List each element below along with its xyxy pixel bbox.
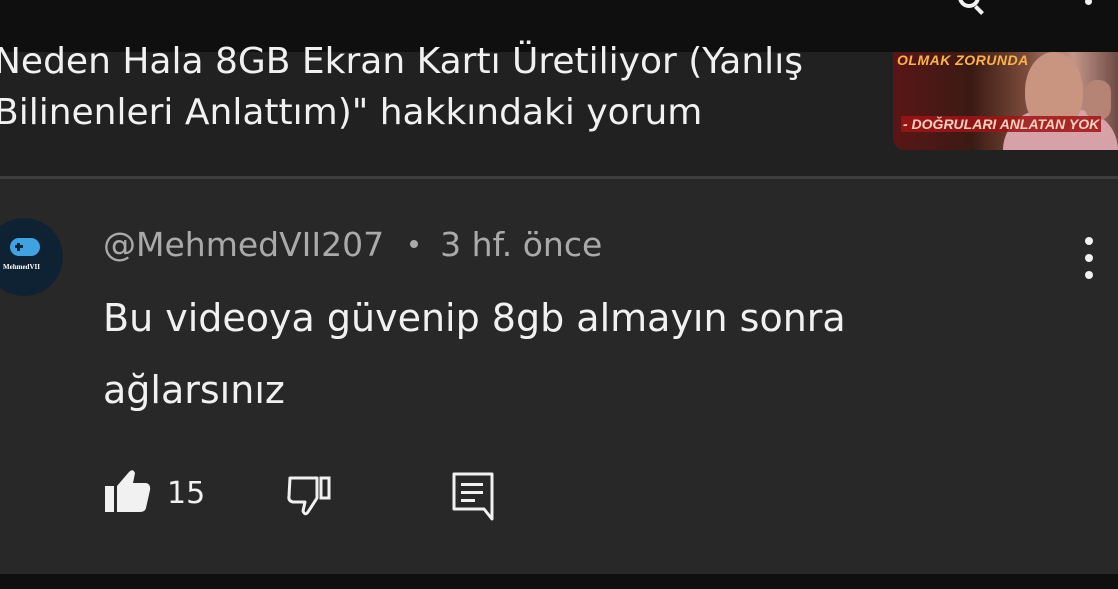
comment-meta: @MehmedVII207 3 hf. önce: [103, 225, 602, 264]
video-title[interactable]: Neden Hala 8GB Ekran Kartı Üretiliyor (Y…: [0, 36, 854, 138]
comment-card: MehmedVII @MehmedVII207 3 hf. önce Bu vid…: [0, 179, 1118, 574]
like-button[interactable]: [104, 464, 154, 514]
more-vert-icon: [1085, 237, 1093, 245]
thumbnail-person-hand: [1085, 80, 1111, 120]
thumbs-up-icon: [105, 470, 151, 512]
video-thumbnail[interactable]: OLMAK ZORUNDA - DOĞRULARI ANLATAN YOK: [893, 52, 1118, 150]
search-icon[interactable]: [958, 0, 980, 8]
dislike-button[interactable]: [287, 474, 333, 520]
comment-menu-button[interactable]: [1074, 237, 1104, 279]
bottom-bar: [0, 574, 1118, 589]
thumbnail-caption-top: OLMAK ZORUNDA: [897, 52, 1029, 68]
comment-actions: 15: [0, 464, 1118, 528]
reply-button[interactable]: [452, 472, 494, 522]
like-count: 15: [167, 476, 206, 511]
comment-time: 3 hf. önce: [440, 225, 603, 264]
thumbs-down-icon: [287, 476, 331, 516]
thumbnail-caption-bottom: - DOĞRULARI ANLATAN YOK: [901, 116, 1102, 132]
video-context-header: Neden Hala 8GB Ekran Kartı Üretiliyor (Y…: [0, 41, 1118, 176]
comment-author[interactable]: @MehmedVII207: [103, 225, 384, 264]
more-vert-icon-dot: [1085, 254, 1093, 262]
reply-comment-icon: [452, 472, 494, 521]
meta-separator-dot: [410, 239, 419, 248]
comment-text: Bu videoya güvenip 8gb almayın sonra ağl…: [103, 296, 846, 412]
gamepad-icon: [10, 238, 40, 256]
avatar[interactable]: MehmedVII: [0, 218, 63, 296]
more-options-icon[interactable]: [1085, 0, 1092, 5]
more-vert-icon-dot: [1085, 271, 1093, 279]
avatar-label: MehmedVII: [3, 263, 40, 271]
